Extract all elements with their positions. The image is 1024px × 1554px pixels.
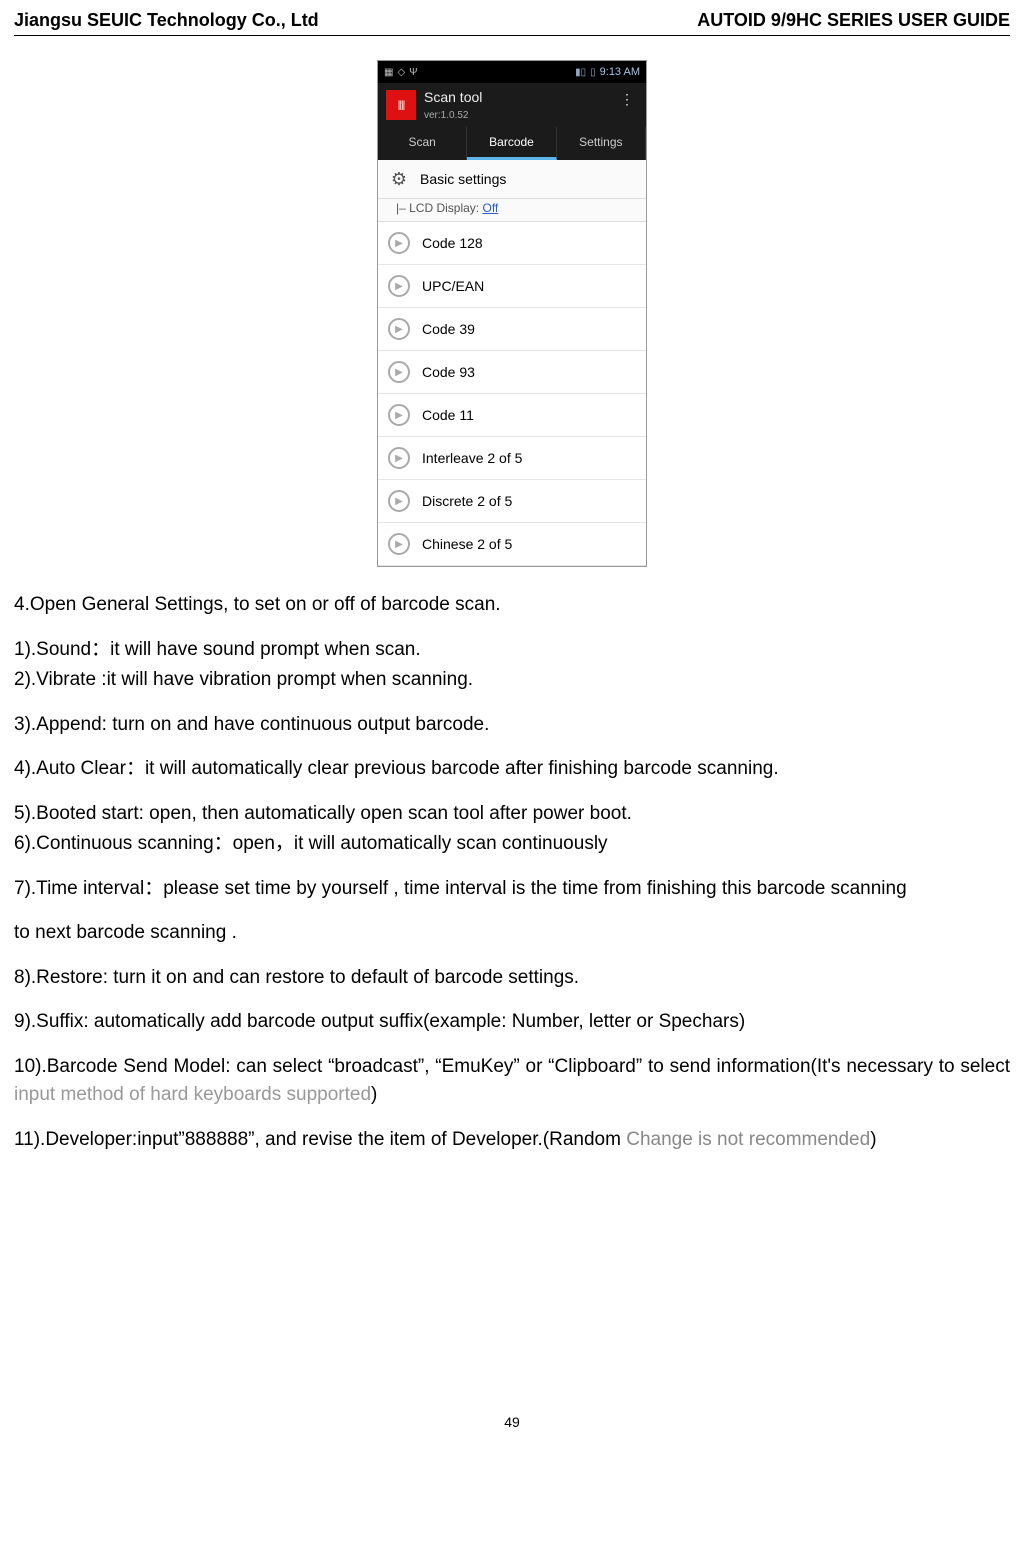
expand-icon: ▶ <box>388 490 410 512</box>
paragraph-4-7b: to next barcode scanning . <box>14 919 1010 948</box>
header-right: AUTOID 9/9HC SERIES USER GUIDE <box>697 10 1010 31</box>
menu-overflow-icon[interactable]: ⋮ <box>620 91 634 108</box>
usb-icon: Ψ <box>409 67 417 78</box>
row-label: Discrete 2 of 5 <box>422 493 512 509</box>
row-code-11[interactable]: ▶ Code 11 <box>378 394 646 437</box>
sim-icon: ◇ <box>397 67 405 78</box>
tab-bar: Scan Barcode Settings <box>378 127 646 160</box>
paragraph-4-7a: 7).Time interval：please set time by your… <box>14 875 1010 904</box>
paragraph-4-9: 9).Suffix: automatically add barcode out… <box>14 1008 1010 1037</box>
row-code-128[interactable]: ▶ Code 128 <box>378 222 646 265</box>
basic-settings-row[interactable]: ⚙ Basic settings <box>378 160 646 199</box>
row-label: Chinese 2 of 5 <box>422 536 512 552</box>
basic-settings-label: Basic settings <box>420 171 506 187</box>
page-header: Jiangsu SEUIC Technology Co., Ltd AUTOID… <box>14 10 1010 36</box>
lcd-display-subrow: |– LCD Display: Off <box>378 199 646 222</box>
row-interleave-2of5[interactable]: ▶ Interleave 2 of 5 <box>378 437 646 480</box>
battery-icon: ▯ <box>590 67 596 78</box>
p10-end: ) <box>371 1084 377 1105</box>
statusbar-left-icons: ▦ ◇ Ψ <box>384 67 418 78</box>
row-label: Code 39 <box>422 321 475 337</box>
p11-gray: Change is not recommended <box>626 1129 870 1150</box>
paragraph-4-10: 10).Barcode Send Model: can select “broa… <box>14 1053 1010 1110</box>
header-left: Jiangsu SEUIC Technology Co., Ltd <box>14 10 319 31</box>
p11-end: ) <box>870 1129 876 1150</box>
paragraph-4-1: 1).Sound：it will have sound prompt when … <box>14 636 1010 665</box>
row-label: Interleave 2 of 5 <box>422 450 522 466</box>
row-discrete-2of5[interactable]: ▶ Discrete 2 of 5 <box>378 480 646 523</box>
expand-icon: ▶ <box>388 275 410 297</box>
paragraph-4-8: 8).Restore: turn it on and can restore t… <box>14 964 1010 993</box>
app-title-bar: |||| Scan tool ver:1.0.52 ⋮ <box>378 83 646 127</box>
row-upc-ean[interactable]: ▶ UPC/EAN <box>378 265 646 308</box>
tab-scan[interactable]: Scan <box>378 127 467 160</box>
p10-gray: input method of hard keyboards supported <box>14 1084 371 1105</box>
expand-icon: ▶ <box>388 318 410 340</box>
signal-icon: ▮▯ <box>575 67 586 78</box>
row-label: Code 93 <box>422 364 475 380</box>
row-chinese-2of5[interactable]: ▶ Chinese 2 of 5 <box>378 523 646 566</box>
statusbar-right: ▮▯ ▯ 9:13 AM <box>575 66 640 78</box>
expand-icon: ▶ <box>388 404 410 426</box>
p10-text: 10).Barcode Send Model: can select “broa… <box>14 1056 1010 1077</box>
expand-icon: ▶ <box>388 232 410 254</box>
notification-app-icon: ▦ <box>384 67 393 78</box>
p11-text: 11).Developer:input”888888”, and revise … <box>14 1129 626 1150</box>
paragraph-4-3: 3).Append: turn on and have continuous o… <box>14 711 1010 740</box>
row-code-39[interactable]: ▶ Code 39 <box>378 308 646 351</box>
expand-icon: ▶ <box>388 533 410 555</box>
expand-icon: ▶ <box>388 361 410 383</box>
expand-icon: ▶ <box>388 447 410 469</box>
paragraph-4-4: 4).Auto Clear：it will automatically clea… <box>14 755 1010 784</box>
row-label: Code 128 <box>422 235 483 251</box>
paragraph-4: 4.Open General Settings, to set on or of… <box>14 591 1010 620</box>
app-version: ver:1.0.52 <box>424 110 468 121</box>
paragraph-4-2: 2).Vibrate :it will have vibration promp… <box>14 666 1010 695</box>
app-title-main: Scan tool <box>424 89 482 105</box>
row-code-93[interactable]: ▶ Code 93 <box>378 351 646 394</box>
barcode-icon: |||| <box>386 90 416 120</box>
lcd-value-link[interactable]: Off <box>482 201 498 215</box>
android-statusbar: ▦ ◇ Ψ ▮▯ ▯ 9:13 AM <box>378 61 646 83</box>
clock: 9:13 AM <box>600 66 640 78</box>
paragraph-4-11: 11).Developer:input”888888”, and revise … <box>14 1126 1010 1155</box>
page-number: 49 <box>14 1414 1010 1430</box>
paragraph-4-5: 5).Booted start: open, then automaticall… <box>14 800 1010 829</box>
gear-icon: ⚙ <box>388 168 410 190</box>
paragraph-4-6: 6).Continuous scanning：open，it will auto… <box>14 830 1010 859</box>
app-title-text: Scan tool ver:1.0.52 <box>424 89 482 121</box>
screenshot-figure: ▦ ◇ Ψ ▮▯ ▯ 9:13 AM |||| Scan tool ver:1.… <box>14 60 1010 567</box>
row-label: UPC/EAN <box>422 278 484 294</box>
document-body-text: 4.Open General Settings, to set on or of… <box>14 591 1010 1154</box>
tab-barcode[interactable]: Barcode <box>467 127 556 160</box>
tab-settings[interactable]: Settings <box>557 127 646 160</box>
phone-screenshot: ▦ ◇ Ψ ▮▯ ▯ 9:13 AM |||| Scan tool ver:1.… <box>377 60 647 567</box>
page: Jiangsu SEUIC Technology Co., Ltd AUTOID… <box>0 0 1024 1460</box>
lcd-prefix: |– LCD Display: <box>396 201 482 215</box>
row-label: Code 11 <box>422 407 474 423</box>
